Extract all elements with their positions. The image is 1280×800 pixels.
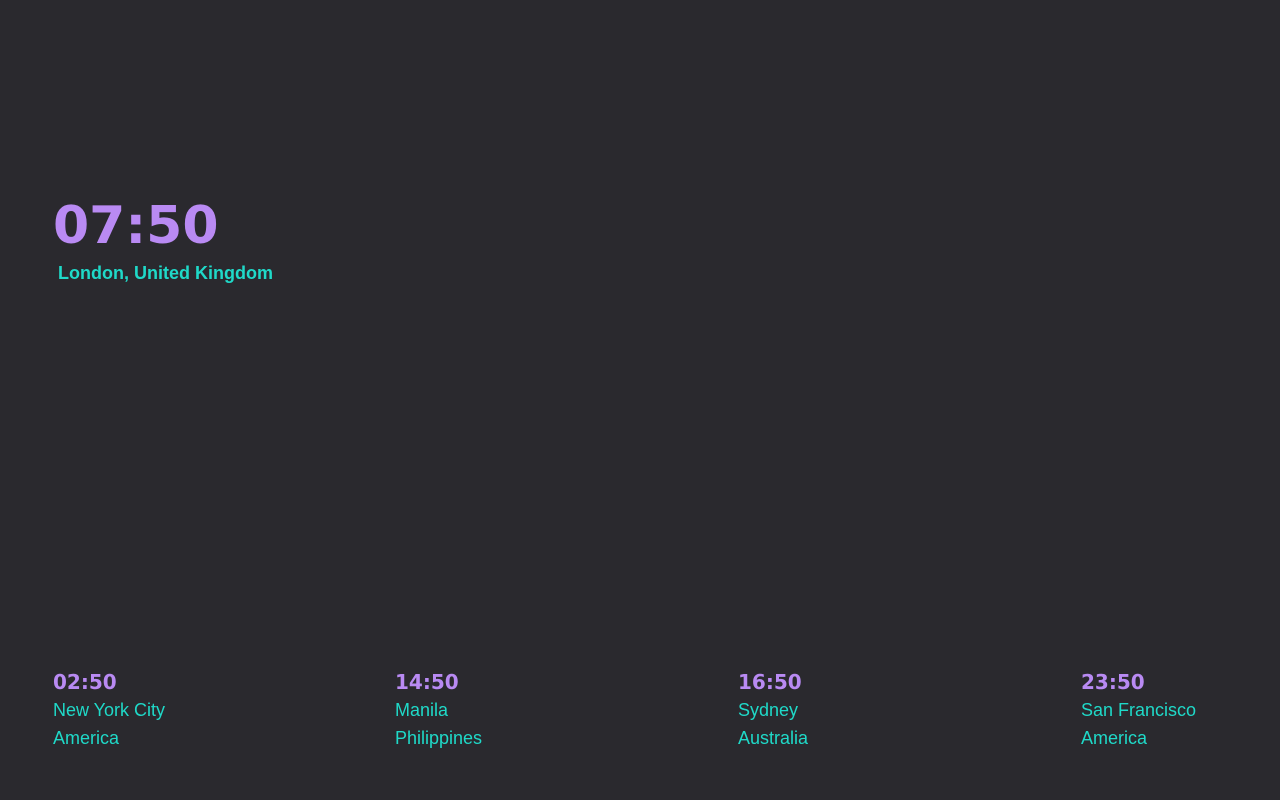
main-clock: 07:50 London, United Kingdom [53, 194, 273, 286]
city-clock-sydney: 16:50 Sydney Australia [738, 668, 808, 752]
city-clock-san-francisco: 23:50 San Francisco America [1081, 668, 1196, 752]
city-name: New York City [53, 700, 166, 720]
city-clock-manila: 14:50 Manila Philippines [395, 668, 482, 752]
world-clock-page: 07:50 London, United Kingdom 02:50 New Y… [0, 0, 1280, 800]
city-clock-list: 02:50 New York City America 14:50 Manila… [53, 668, 1253, 768]
city-region: America [53, 728, 120, 748]
city-time: 16:50 [738, 670, 802, 694]
city-name: San Francisco [1081, 700, 1197, 720]
city-clock-new-york: 02:50 New York City America [53, 668, 165, 752]
city-region: America [1081, 728, 1148, 748]
city-time: 23:50 [1081, 670, 1145, 694]
city-name: Manila [395, 700, 449, 720]
main-time: 07:50 [53, 196, 219, 256]
city-name: Sydney [738, 700, 799, 720]
city-region: Philippines [395, 728, 483, 748]
city-time: 02:50 [53, 670, 117, 694]
city-time: 14:50 [395, 670, 459, 694]
main-location: London, United Kingdom [58, 263, 273, 283]
city-region: Australia [738, 728, 809, 748]
